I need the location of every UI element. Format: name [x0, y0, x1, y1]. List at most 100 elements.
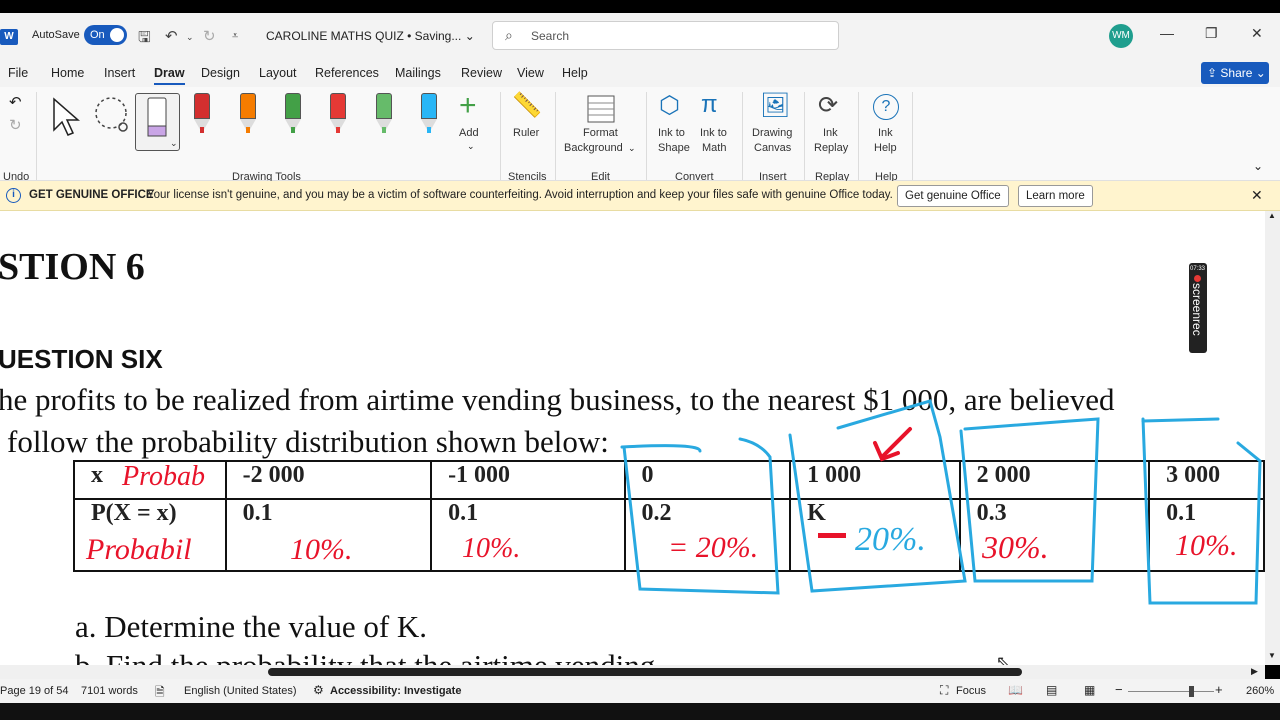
- read-mode-icon[interactable]: 📖: [1008, 683, 1023, 697]
- undo-icon[interactable]: ↶: [165, 27, 178, 45]
- ruler-label[interactable]: Ruler: [513, 127, 539, 139]
- add-pen-label[interactable]: Add: [459, 127, 479, 139]
- ribbon-separator: [858, 92, 859, 180]
- red-ink-label: 10%.: [1175, 529, 1238, 562]
- drawing-canvas-label-1[interactable]: Drawing: [752, 127, 792, 139]
- tab-insert[interactable]: Insert: [104, 66, 135, 80]
- ink-to-shape-label-1[interactable]: Ink to: [658, 127, 685, 139]
- tab-layout[interactable]: Layout: [259, 66, 297, 80]
- ribbon-separator: [646, 92, 647, 180]
- drawing-canvas-label-2[interactable]: Canvas: [754, 142, 791, 154]
- format-background-label-2[interactable]: Background: [564, 142, 623, 154]
- pen-green[interactable]: [282, 93, 304, 135]
- avatar[interactable]: WM: [1109, 24, 1133, 48]
- chevron-down-icon[interactable]: ⌄: [186, 32, 194, 43]
- tab-home[interactable]: Home: [51, 66, 84, 80]
- zoom-out-icon[interactable]: −: [1115, 682, 1123, 697]
- drawing-canvas-icon[interactable]: 🖼: [760, 91, 790, 120]
- customize-toolbar-icon[interactable]: ⩡: [232, 30, 238, 43]
- search-box[interactable]: ⌕ Search: [492, 21, 839, 50]
- tab-design[interactable]: Design: [201, 66, 240, 80]
- tab-review[interactable]: Review: [461, 66, 502, 80]
- word-count[interactable]: 7101 words: [81, 685, 138, 697]
- ink-help-label-1[interactable]: Ink: [878, 127, 893, 139]
- banner-title: GET GENUINE OFFICE: [29, 189, 154, 201]
- language-indicator[interactable]: English (United States): [184, 685, 297, 697]
- chevron-down-icon: ⌄: [1255, 66, 1266, 80]
- select-cursor-icon[interactable]: [51, 96, 81, 138]
- proofing-icon[interactable]: 🗎: [155, 683, 165, 704]
- ink-to-shape-label-2[interactable]: Shape: [658, 142, 690, 154]
- ink-replay-label-2[interactable]: Replay: [814, 142, 848, 154]
- horizontal-scrollbar[interactable]: ▶: [0, 665, 1265, 679]
- info-icon: i: [6, 188, 21, 203]
- format-background-icon[interactable]: [586, 94, 616, 124]
- screenrec-widget[interactable]: 07:33 screenrec: [1189, 263, 1207, 353]
- scroll-thumb[interactable]: [268, 668, 1022, 676]
- web-layout-icon[interactable]: ▦: [1084, 683, 1095, 697]
- scroll-up-icon[interactable]: ▲: [1268, 211, 1276, 220]
- ribbon-separator: [804, 92, 805, 180]
- ink-help-icon[interactable]: ?: [873, 94, 899, 120]
- red-ink-label: Probab: [122, 461, 205, 492]
- pen-light-green[interactable]: [373, 93, 395, 135]
- document-canvas[interactable]: STION 6 UESTION SIX he profits to be rea…: [0, 211, 1265, 665]
- ruler-icon[interactable]: 📏: [512, 91, 542, 120]
- scroll-down-icon[interactable]: ▼: [1268, 651, 1276, 660]
- close-icon[interactable]: ✕: [1251, 187, 1263, 204]
- tab-view[interactable]: View: [517, 66, 544, 80]
- lasso-select-icon[interactable]: [93, 95, 131, 137]
- chevron-down-icon: ⌄: [467, 141, 475, 151]
- close-icon[interactable]: ✕: [1251, 25, 1263, 42]
- zoom-slider-thumb[interactable]: [1189, 686, 1194, 697]
- collapse-ribbon-icon[interactable]: ⌄: [1253, 159, 1263, 173]
- highlighter-orange[interactable]: [237, 93, 259, 135]
- tab-draw[interactable]: Draw: [154, 66, 185, 85]
- share-button[interactable]: ⇪ Share ⌄: [1201, 62, 1269, 84]
- pen-red-2[interactable]: [327, 93, 349, 135]
- page-count[interactable]: Page 19 of 54: [0, 685, 69, 697]
- restore-icon[interactable]: ❐: [1205, 25, 1218, 42]
- ink-annotations-layer: [620, 399, 1262, 605]
- ink-to-shape-icon[interactable]: ⬡: [659, 91, 680, 120]
- tab-file[interactable]: File: [8, 66, 28, 80]
- ink-to-math-label-2[interactable]: Math: [702, 142, 726, 154]
- accessibility-icon: ⚙: [313, 683, 324, 697]
- zoom-in-icon[interactable]: +: [1215, 682, 1223, 697]
- vertical-scrollbar[interactable]: ▲ ▼: [1265, 211, 1280, 665]
- redo-icon[interactable]: ↻: [9, 116, 22, 134]
- format-background-label-1[interactable]: Format: [583, 127, 618, 139]
- learn-more-button[interactable]: Learn more: [1018, 185, 1093, 207]
- minimize-icon[interactable]: —: [1160, 25, 1174, 41]
- ink-replay-icon[interactable]: ⟳: [818, 91, 838, 120]
- save-icon[interactable]: 🖫: [138, 27, 151, 52]
- scroll-right-icon[interactable]: ▶: [1251, 666, 1258, 677]
- ink-to-math-icon[interactable]: π: [701, 91, 718, 119]
- tab-help[interactable]: Help: [562, 66, 588, 80]
- chevron-down-icon: ⌄: [464, 29, 475, 43]
- tab-references[interactable]: References: [315, 66, 379, 80]
- accessibility-status[interactable]: Accessibility: Investigate: [330, 685, 461, 697]
- ribbon-separator: [742, 92, 743, 180]
- add-pen-icon[interactable]: +: [459, 89, 477, 123]
- focus-button[interactable]: Focus: [956, 685, 986, 697]
- eraser-tool[interactable]: ⌄: [135, 93, 180, 151]
- ink-replay-label-1[interactable]: Ink: [823, 127, 838, 139]
- get-genuine-office-button[interactable]: Get genuine Office: [897, 185, 1009, 207]
- autosave-toggle[interactable]: On: [84, 25, 127, 45]
- redo-icon[interactable]: ↻: [203, 27, 216, 45]
- pen-light-blue[interactable]: [418, 93, 440, 135]
- mouse-cursor-icon: ⇖: [996, 654, 1010, 665]
- pen-red[interactable]: [191, 93, 213, 135]
- zoom-level[interactable]: 260%: [1246, 685, 1274, 697]
- ink-to-math-label-1[interactable]: Ink to: [700, 127, 727, 139]
- menu-bar: File Home Insert Draw Design Layout Refe…: [0, 60, 1280, 87]
- blue-box-ink: [1141, 417, 1220, 423]
- undo-icon[interactable]: ↶: [9, 93, 22, 111]
- print-layout-icon[interactable]: ▤: [1046, 683, 1057, 697]
- tab-mailings[interactable]: Mailings: [395, 66, 441, 80]
- ink-help-label-2[interactable]: Help: [874, 142, 897, 154]
- document-title[interactable]: CAROLINE MATHS QUIZ • Saving... ⌄: [266, 29, 475, 43]
- ribbon-separator: [555, 92, 556, 180]
- zoom-slider[interactable]: [1128, 691, 1214, 692]
